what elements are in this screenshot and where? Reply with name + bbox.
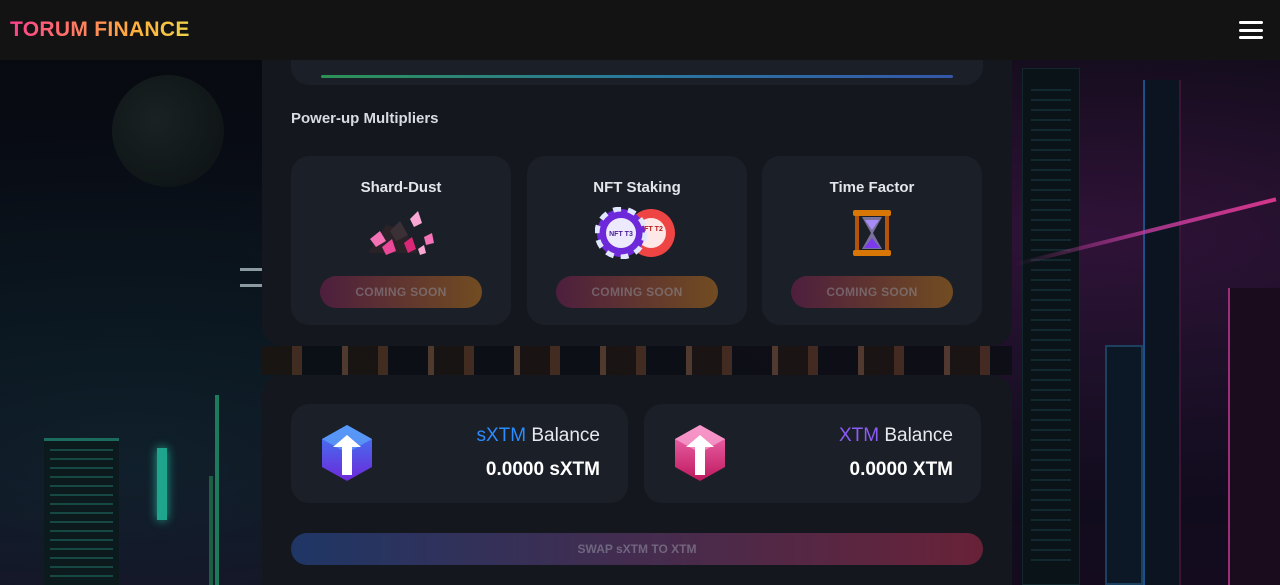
coming-soon-button[interactable]: COMING SOON bbox=[791, 276, 953, 308]
building-decoration bbox=[240, 284, 262, 287]
swap-button[interactable]: SWAP sXTM TO XTM bbox=[291, 533, 983, 565]
balances-panel: sXTM Balance 0.0000 sXTM XTM Balance 0.0… bbox=[262, 375, 1012, 585]
building-decoration bbox=[240, 268, 262, 271]
card-title: Time Factor bbox=[829, 179, 915, 196]
progress-bar bbox=[321, 75, 953, 78]
section-title: Power-up Multipliers bbox=[291, 110, 439, 127]
balance-value: 0.0000 XTM bbox=[849, 459, 954, 480]
hourglass-icon bbox=[849, 208, 895, 258]
multiplier-card-shard-dust: Shard-Dust COMING SOON bbox=[291, 156, 511, 325]
card-title: NFT Staking bbox=[593, 179, 681, 196]
building-decoration bbox=[44, 438, 119, 585]
coming-soon-button[interactable]: COMING SOON bbox=[556, 276, 718, 308]
building-decoration bbox=[215, 395, 219, 585]
token-name: sXTM bbox=[476, 425, 527, 446]
building-decoration bbox=[209, 476, 213, 585]
coming-soon-button[interactable]: COMING SOON bbox=[320, 276, 482, 308]
xtm-token-icon bbox=[672, 423, 728, 483]
shard-dust-icon bbox=[360, 208, 442, 258]
sxtm-token-icon bbox=[319, 423, 375, 483]
building-decoration bbox=[1143, 80, 1181, 585]
moon-decoration bbox=[112, 75, 224, 187]
balance-label: sXTM Balance bbox=[476, 425, 600, 446]
building-decoration bbox=[1022, 68, 1080, 585]
card-title: Shard-Dust bbox=[360, 179, 442, 196]
xtm-balance-card: XTM Balance 0.0000 XTM bbox=[644, 404, 981, 503]
brand-logo[interactable]: TORUM FINANCE bbox=[10, 18, 190, 42]
multiplier-card-time-factor: Time Factor COMING SOON bbox=[762, 156, 982, 325]
multipliers-panel: Power-up Multipliers Shard-Dust COMING S… bbox=[262, 40, 1012, 346]
nft-chips-icon: NFT T2 NFT T3 bbox=[595, 207, 679, 259]
skyline-band-decoration bbox=[262, 346, 1012, 375]
top-header: TORUM FINANCE bbox=[0, 0, 1280, 60]
token-name: XTM bbox=[838, 425, 880, 446]
multiplier-card-nft-staking: NFT Staking NFT T2 NFT T3 COMING SOON bbox=[527, 156, 747, 325]
balance-label: XTM Balance bbox=[838, 425, 953, 446]
building-decoration bbox=[1228, 288, 1280, 585]
balance-value: 0.0000 sXTM bbox=[485, 459, 600, 480]
chip-label: NFT T3 bbox=[609, 231, 633, 238]
hamburger-menu-icon[interactable] bbox=[1239, 21, 1263, 39]
sxtm-balance-card: sXTM Balance 0.0000 sXTM bbox=[291, 404, 628, 503]
building-decoration bbox=[1105, 345, 1143, 585]
building-decoration bbox=[157, 448, 167, 520]
